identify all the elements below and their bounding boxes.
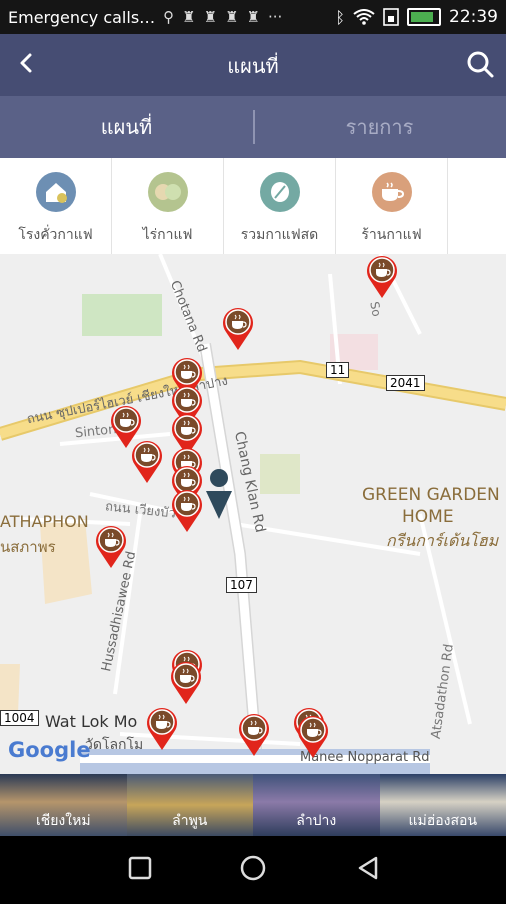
notification-icon: ⚲ (163, 8, 174, 26)
province-mae-hong-son[interactable]: แม่ฮ่องสอน (380, 774, 506, 836)
category-label: ร้านกาแฟ (361, 224, 421, 246)
category-farm[interactable]: ไร่กาแฟ (112, 158, 224, 254)
category-coffee-shop[interactable]: ร้านกาแฟ (336, 158, 448, 254)
coffee-cup-icon (372, 172, 412, 212)
notification-icon: ♜ (182, 8, 195, 26)
wifi-icon (353, 9, 375, 25)
system-navigation-bar (0, 836, 506, 900)
system-back-icon[interactable] (360, 858, 376, 878)
category-fresh-coffee[interactable]: รวมกาแฟสด (224, 158, 336, 254)
category-label: โรงคั่วกาแฟ (18, 224, 92, 246)
person-icon (206, 469, 232, 519)
province-lamphun[interactable]: ลำพูน (127, 774, 254, 836)
tab-map[interactable]: แผนที่ (0, 96, 253, 158)
tab-divider (253, 110, 255, 144)
province-label: ลำปาง (296, 810, 336, 832)
status-bar: Emergency calls… ⚲ ♜ ♜ ♜ ♜ ··· ᛒ 22:39 (0, 0, 506, 34)
home-icon[interactable] (242, 857, 264, 879)
roastery-icon (36, 172, 76, 212)
notification-icon: ♜ (204, 8, 217, 26)
province-label: เชียงใหม่ (36, 810, 91, 832)
notification-icons: ⚲ ♜ ♜ ♜ ♜ ··· (163, 8, 282, 26)
app-bar: แผนที่ (0, 34, 506, 96)
search-icon[interactable] (464, 48, 496, 80)
coffee-marker[interactable] (172, 490, 202, 532)
category-roastery[interactable]: โรงคั่วกาแฟ (0, 158, 112, 254)
coffee-marker[interactable] (96, 526, 126, 568)
coffee-marker[interactable] (111, 406, 141, 448)
sim-icon (383, 8, 399, 26)
notification-icon: ♜ (247, 8, 260, 26)
battery-icon (407, 8, 441, 26)
carrier-text: Emergency calls… (8, 8, 155, 27)
view-tabs: แผนที่ รายการ (0, 96, 506, 158)
farm-icon (148, 172, 188, 212)
category-bar: โรงคั่วกาแฟ ไร่กาแฟ รวมกาแฟสด ร้านกาแฟ (0, 158, 506, 254)
category-label: รวมกาแฟสด (241, 224, 319, 246)
coffee-marker[interactable] (239, 714, 269, 756)
tab-list[interactable]: รายการ (253, 96, 506, 158)
coffee-marker[interactable] (298, 716, 328, 758)
province-chiang-mai[interactable]: เชียงใหม่ (0, 774, 127, 836)
map-view[interactable]: Chotana Rd ถนน ซุปเปอร์ไฮเวย์ เชียงใหม่ … (0, 254, 506, 774)
coffee-marker[interactable] (147, 708, 177, 750)
marker-layer (0, 254, 506, 774)
coffee-bean-icon (260, 172, 300, 212)
province-nav: เชียงใหม่ ลำพูน ลำปาง แม่ฮ่องสอน (0, 774, 506, 836)
coffee-marker[interactable] (367, 256, 397, 298)
page-title: แผนที่ (0, 50, 506, 82)
province-lampang[interactable]: ลำปาง (253, 774, 380, 836)
notification-icon: ♜ (225, 8, 238, 26)
province-label: แม่ฮ่องสอน (408, 810, 477, 832)
overflow-icon: ··· (268, 8, 282, 26)
coffee-marker[interactable] (171, 662, 201, 704)
recent-apps-icon[interactable] (130, 858, 150, 878)
coffee-marker[interactable] (132, 441, 162, 483)
province-label: ลำพูน (172, 810, 207, 832)
bluetooth-icon: ᛒ (335, 8, 345, 27)
clock: 22:39 (449, 7, 498, 27)
category-label: ไร่กาแฟ (143, 224, 193, 246)
coffee-marker[interactable] (223, 308, 253, 350)
